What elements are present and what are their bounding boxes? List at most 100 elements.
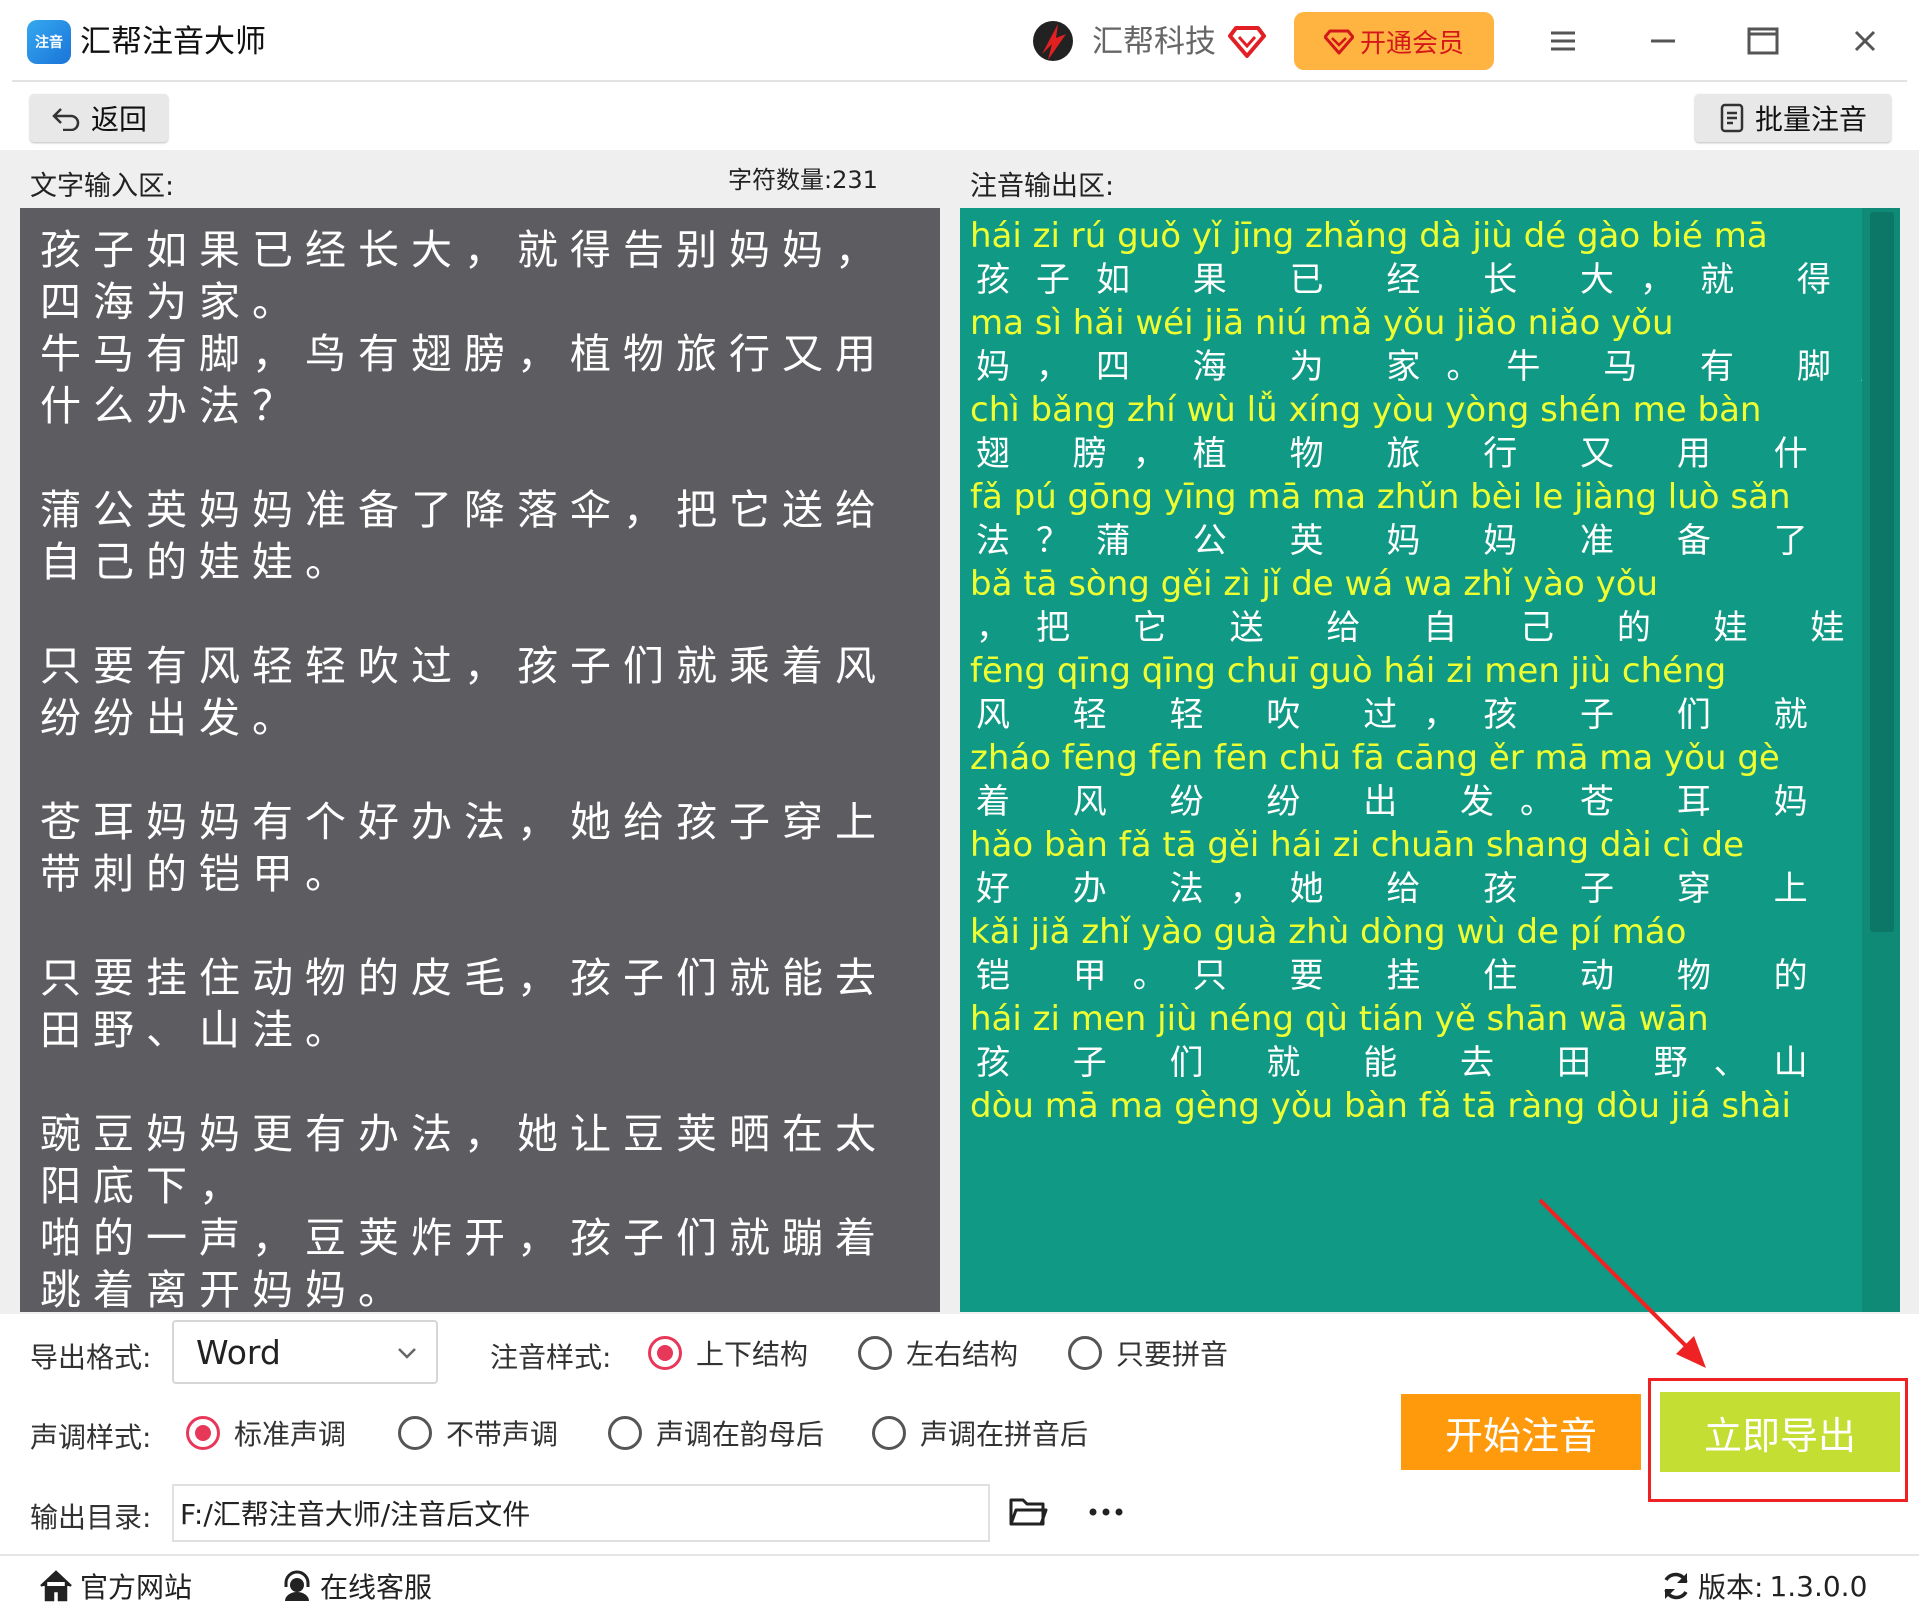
title-bar: 注音 汇帮注音大师 汇帮科技 开通会员 xyxy=(0,0,1919,82)
output-line: ma sì hǎi wéi jiā niú mǎ yǒu jiǎo niǎo y… xyxy=(970,301,1870,389)
official-site-link[interactable]: 官方网站 xyxy=(38,1566,192,1606)
hanzi-text: 好 办 法，她 给 孩 子 穿 上 带 刺 的 xyxy=(976,869,1870,909)
export-format-value: Word xyxy=(196,1332,281,1372)
more-icon[interactable] xyxy=(1088,1504,1124,1520)
chevron-down-icon xyxy=(398,1348,416,1359)
home-icon xyxy=(40,1570,72,1602)
tone-option-label: 不带声调 xyxy=(446,1418,559,1451)
char-count-prefix: 字符数量: xyxy=(728,166,833,194)
output-line: dòu mā ma gèng yǒu bàn fǎ tā ràng dòu ji… xyxy=(970,1084,1870,1172)
tone-option-standard[interactable]: 标准声调 xyxy=(186,1413,346,1453)
export-highlight-box xyxy=(1648,1378,1908,1502)
style-option-label: 只要拼音 xyxy=(1116,1338,1229,1371)
output-line: fǎ pú gōng yīng mā ma zhǔn bèi le jiàng … xyxy=(970,475,1870,563)
close-icon xyxy=(1854,30,1876,52)
refresh-icon xyxy=(1664,1572,1688,1600)
diamond-icon xyxy=(1228,26,1266,58)
output-area-label: 注音输出区: xyxy=(970,171,1115,202)
radio-icon xyxy=(608,1416,642,1450)
vip-diamond-icon xyxy=(1323,29,1354,55)
menu-button[interactable] xyxy=(1540,18,1586,64)
export-format-select[interactable]: Word xyxy=(172,1320,438,1384)
pinyin-text: kǎi jiǎ zhǐ yào guà zhù dòng wù de pí má… xyxy=(970,912,1687,952)
radio-icon xyxy=(1068,1336,1102,1370)
output-scrollbar-thumb[interactable] xyxy=(1870,212,1894,932)
radio-icon xyxy=(872,1416,906,1450)
output-line: bǎ tā sòng gěi zì jǐ de wá wa zhǐ yào yǒ… xyxy=(970,562,1870,650)
start-annotate-button[interactable]: 开始注音 xyxy=(1401,1394,1641,1470)
headset-icon xyxy=(284,1570,310,1601)
style-label: 注音样式: xyxy=(490,1341,612,1374)
pinyin-text: fēng qīng qīng chuī guò hái zi men jiù c… xyxy=(970,651,1727,691)
minimize-button[interactable] xyxy=(1640,18,1686,64)
maximize-button[interactable] xyxy=(1740,18,1786,64)
output-line: hái zi rú guǒ yǐ jīng zhǎng dà jiù dé gà… xyxy=(970,214,1870,302)
style-option-label: 上下结构 xyxy=(696,1338,809,1371)
output-scrollbar[interactable] xyxy=(1862,208,1900,1312)
brand-name: 汇帮科技 xyxy=(1092,24,1216,60)
close-button[interactable] xyxy=(1842,18,1888,64)
hanzi-text: 孩子如 果 已 经 长 大，就 得 告 别 妈 xyxy=(976,260,1870,300)
app-logo-text: 注音 xyxy=(35,35,63,51)
batch-label: 批量注音 xyxy=(1754,103,1867,136)
radio-icon xyxy=(858,1336,892,1370)
tone-option-label: 声调在拼音后 xyxy=(920,1418,1089,1451)
output-dir-field[interactable]: F:/汇帮注音大师/注音后文件 xyxy=(172,1484,990,1542)
dir-label: 输出目录: xyxy=(30,1501,152,1534)
pinyin-text: chì bǎng zhí wù lǚ xíng yòu yòng shén me… xyxy=(970,390,1762,430)
brand-logo-icon xyxy=(1033,21,1073,61)
hanzi-text: 法？蒲 公 英 妈 妈 准 备 了 降 落 伞 xyxy=(976,521,1870,561)
tone-option-none[interactable]: 不带声调 xyxy=(398,1413,558,1453)
hamburger-icon xyxy=(1551,31,1575,51)
annotation-arrow-icon xyxy=(1538,1198,1706,1368)
vip-label: 开通会员 xyxy=(1359,28,1464,59)
pinyin-output-area[interactable]: hái zi rú guǒ yǐ jīng zhǎng dà jiù dé gà… xyxy=(960,208,1900,1312)
hanzi-text: 孩 子 们 就 能 去 田 野、山 洼。豌 xyxy=(976,1043,1870,1083)
char-count-label: 字符数量:231 xyxy=(728,160,878,195)
back-label: 返回 xyxy=(90,103,147,136)
vip-button[interactable]: 开通会员 xyxy=(1294,12,1494,70)
version-info: 版本: 1.3.0.0 xyxy=(1660,1566,1867,1606)
app-title: 汇帮注音大师 xyxy=(80,24,266,60)
online-service-label: 在线客服 xyxy=(320,1571,433,1604)
online-service-link[interactable]: 在线客服 xyxy=(280,1566,432,1606)
radio-icon xyxy=(398,1416,432,1450)
toolbar: 返回 批量注音 xyxy=(0,82,1919,150)
input-area-label: 文字输入区: xyxy=(30,171,175,202)
minimize-icon xyxy=(1651,39,1675,43)
tone-option-after-final[interactable]: 声调在韵母后 xyxy=(608,1413,824,1453)
text-input-area[interactable]: 孩子如果已经长大，就得告别妈妈， 四海为家。 牛马有脚，鸟有翅膀，植物旅行又用 … xyxy=(20,208,940,1312)
pinyin-text: bǎ tā sòng gěi zì jǐ de wá wa zhǐ yào yǒ… xyxy=(970,564,1659,604)
batch-annotate-button[interactable]: 批量注音 xyxy=(1695,94,1891,142)
app-logo-icon: 注音 xyxy=(27,20,71,64)
output-dir-value: F:/汇帮注音大师/注音后文件 xyxy=(180,1498,531,1531)
pinyin-text: fǎ pú gōng yīng mā ma zhǔn bèi le jiàng … xyxy=(970,477,1791,517)
hanzi-text: 翅 膀，植 物 旅 行 又 用 什 么 办 xyxy=(976,434,1870,474)
char-count-value: 231 xyxy=(832,166,878,194)
style-option-updown[interactable]: 上下结构 xyxy=(648,1333,808,1373)
style-option-leftright[interactable]: 左右结构 xyxy=(858,1333,1018,1373)
radio-selected-icon xyxy=(648,1336,682,1370)
input-text[interactable]: 孩子如果已经长大，就得告别妈妈， 四海为家。 牛马有脚，鸟有翅膀，植物旅行又用 … xyxy=(40,224,920,1312)
output-line: fēng qīng qīng chuī guò hái zi men jiù c… xyxy=(970,649,1870,737)
tone-option-after-pinyin[interactable]: 声调在拼音后 xyxy=(872,1413,1088,1453)
style-option-pinyin-only[interactable]: 只要拼音 xyxy=(1068,1333,1228,1373)
hanzi-text: 着 风 纷 纷 出 发。苍 耳 妈 妈 有 个 xyxy=(976,782,1870,822)
pinyin-text: hǎo bàn fǎ tā gěi hái zi chuān shang dài… xyxy=(970,825,1744,865)
pinyin-text: dòu mā ma gèng yǒu bàn fǎ tā ràng dòu ji… xyxy=(970,1086,1791,1126)
pinyin-text: ma sì hǎi wéi jiā niú mǎ yǒu jiǎo niǎo y… xyxy=(970,303,1674,343)
output-line: hái zi men jiù néng qù tián yě shān wā w… xyxy=(970,997,1870,1085)
hanzi-text: 铠 甲。只 要 挂 住 动 物 的 皮 毛， xyxy=(976,956,1870,996)
tone-option-label: 声调在韵母后 xyxy=(656,1418,825,1451)
back-button[interactable]: 返回 xyxy=(30,94,168,142)
hanzi-text: ，把 它 送 给 自 己 的 娃 娃。只 要 有 xyxy=(976,608,1870,648)
pinyin-text: hái zi rú guǒ yǐ jīng zhǎng dà jiù dé gà… xyxy=(970,216,1768,256)
output-line: zháo fēng fēn fēn chū fā cāng ěr mā ma y… xyxy=(970,736,1870,824)
version-value: 1.3.0.0 xyxy=(1769,1569,1868,1603)
folder-icon[interactable] xyxy=(1008,1494,1048,1530)
radio-selected-icon xyxy=(186,1416,220,1450)
version-label: 版本: xyxy=(1698,1571,1764,1604)
maximize-icon xyxy=(1747,27,1779,55)
pinyin-text: hái zi men jiù néng qù tián yě shān wā w… xyxy=(970,999,1709,1039)
back-arrow-icon xyxy=(52,108,80,131)
